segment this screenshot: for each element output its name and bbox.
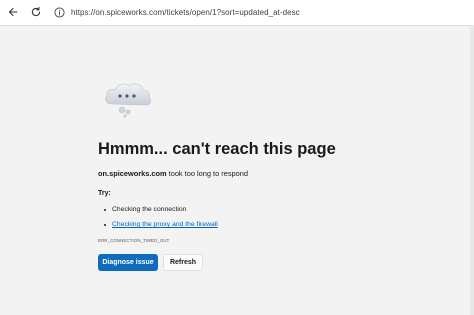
error-page: Hmmm... can't reach this page on.spicewo… (0, 26, 470, 315)
address-bar[interactable]: https://on.spiceworks.com/tickets/open/1… (48, 3, 457, 21)
info-icon[interactable] (54, 6, 65, 18)
list-item: Checking the connection (98, 206, 218, 221)
address-url[interactable]: https://on.spiceworks.com/tickets/open/1… (71, 8, 300, 17)
error-description: took too long to respond (168, 169, 248, 178)
list-item[interactable]: Checking the proxy and the firewall (98, 221, 218, 236)
refresh-button[interactable]: Refresh (163, 254, 203, 271)
window-edge (470, 25, 474, 315)
browser-toolbar: https://on.spiceworks.com/tickets/open/1… (0, 0, 474, 26)
error-message: on.spiceworks.com took too long to respo… (98, 169, 248, 178)
try-label: Try: (98, 190, 111, 197)
cloud-thinking-icon (105, 83, 151, 118)
reload-icon (31, 6, 41, 17)
page-title: Hmmm... can't reach this page (98, 140, 336, 158)
reload-button[interactable] (27, 3, 45, 21)
bullet-icon (104, 209, 106, 211)
diagnose-issue-button[interactable]: Diagnose issue (98, 254, 158, 271)
suggestion-label: Checking the connection (112, 206, 187, 213)
proxy-firewall-link[interactable]: Checking the proxy and the firewall (112, 221, 218, 228)
suggestion-list: Checking the connection Checking the pro… (98, 206, 218, 236)
error-code: ERR_CONNECTION_TIMED_OUT (98, 238, 170, 243)
bullet-icon (104, 224, 106, 226)
back-arrow-icon (8, 7, 18, 17)
error-host: on.spiceworks.com (98, 169, 167, 178)
back-button[interactable] (4, 3, 22, 21)
